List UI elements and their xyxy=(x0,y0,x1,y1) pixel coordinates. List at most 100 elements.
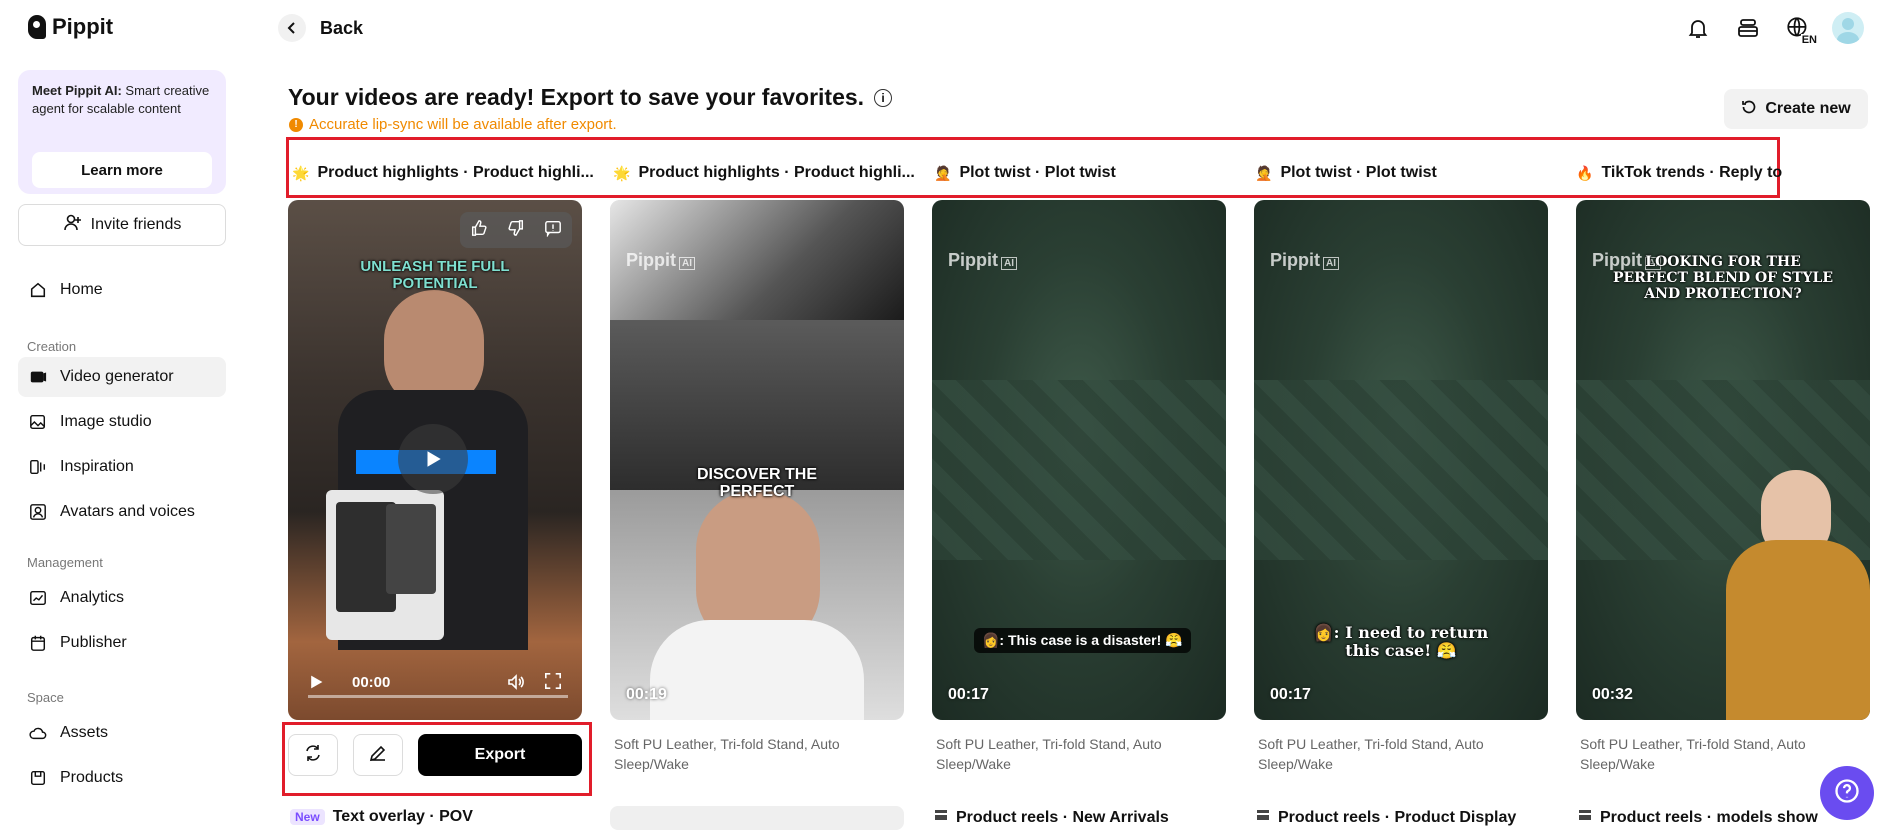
image-studio-icon xyxy=(28,412,48,432)
template-tag-label: Product highlights · Product highli... xyxy=(638,164,915,181)
template-tag[interactable]: 🤦 Plot twist · Plot twist xyxy=(1255,164,1437,182)
loading-placeholder xyxy=(610,806,904,830)
product-image xyxy=(326,490,444,640)
template-tag[interactable]: Product reels · New Arrivals xyxy=(934,808,1169,827)
regenerate-icon xyxy=(303,743,323,768)
warning-icon: ! xyxy=(289,117,303,132)
sidebar-item-publisher[interactable]: Publisher xyxy=(18,623,226,663)
template-tag[interactable]: 🔥 TikTok trends · Reply to xyxy=(1576,164,1782,182)
video-card[interactable]: Pippit AI 👩: I need to return this case! … xyxy=(1254,200,1548,720)
watermark: Pippit AI xyxy=(626,250,695,271)
sidebar-item-avatars[interactable]: Avatars and voices xyxy=(18,492,226,532)
sidebar-item-video-generator[interactable]: Video generator xyxy=(18,357,226,397)
template-tag-label: Product highlights · Product highli... xyxy=(317,164,594,181)
fullscreen-icon[interactable] xyxy=(544,672,562,695)
sidebar-item-analytics[interactable]: Analytics xyxy=(18,578,226,618)
bell-icon[interactable] xyxy=(1682,12,1714,44)
video-description: Soft PU Leather, Tri-fold Stand, Auto Sl… xyxy=(1258,736,1484,772)
top-toolbar: EN xyxy=(1682,12,1864,46)
pippit-logo-icon xyxy=(28,15,46,39)
tufted-leather-pattern xyxy=(1254,380,1548,560)
sidebar-item-label: Assets xyxy=(60,724,109,741)
video-card[interactable]: Pippit AI LOOKING FOR THE PERFECT BLEND O… xyxy=(1576,200,1870,720)
thumbs-down-icon[interactable] xyxy=(507,219,525,242)
template-tag-label: TikTok trends · Reply to xyxy=(1601,164,1783,181)
create-new-button[interactable]: Create new xyxy=(1724,89,1868,129)
help-button[interactable] xyxy=(1820,766,1874,820)
template-tag[interactable]: New Text overlay · POV xyxy=(290,808,473,826)
cloud-icon xyxy=(28,723,48,743)
blurred-device xyxy=(610,320,904,490)
sidebar-item-home[interactable]: Home xyxy=(18,270,226,310)
report-icon[interactable] xyxy=(544,219,562,242)
current-time: 00:00 xyxy=(352,674,391,691)
video-duration: 00:32 xyxy=(1592,686,1633,703)
edit-button[interactable] xyxy=(353,734,403,776)
video-card[interactable]: Pippit AI DISCOVER THE PERFECT 00:19 xyxy=(610,200,904,720)
regenerate-button[interactable] xyxy=(288,734,338,776)
user-avatar[interactable] xyxy=(1832,12,1864,44)
thumbs-up-icon[interactable] xyxy=(470,219,488,242)
play-icon[interactable] xyxy=(308,674,324,695)
question-icon xyxy=(1833,777,1861,810)
watermark: Pippit AI xyxy=(1270,250,1339,271)
new-badge: New xyxy=(290,809,325,825)
layers-icon[interactable] xyxy=(1732,12,1764,44)
lip-sync-warning: ! Accurate lip-sync will be available af… xyxy=(289,116,617,133)
video-generator-icon xyxy=(28,367,48,387)
info-icon[interactable]: i xyxy=(874,88,893,107)
video-card[interactable]: Pippit AI 👩: This case is a disaster! 😤 0… xyxy=(932,200,1226,720)
learn-more-button[interactable]: Learn more xyxy=(32,152,212,188)
volume-icon[interactable] xyxy=(506,672,526,697)
template-tag[interactable]: 🌟 Product highlights · Product highli... xyxy=(292,164,594,182)
sidebar-item-inspiration[interactable]: Inspiration xyxy=(18,447,226,487)
template-tag-emoji: 🤦 xyxy=(1255,164,1273,181)
video-description: Soft PU Leather, Tri-fold Stand, Auto Sl… xyxy=(936,736,1162,772)
sidebar-item-label: Video generator xyxy=(60,368,174,385)
back-button[interactable]: Back xyxy=(278,14,363,42)
template-tag-label: Product reels · models show xyxy=(1600,808,1818,826)
video-description: Soft PU Leather, Tri-fold Stand, Auto Sl… xyxy=(614,736,840,772)
sidebar-item-label: Inspiration xyxy=(60,458,134,475)
sidebar-item-assets[interactable]: Assets xyxy=(18,713,226,753)
template-tag[interactable]: Product reels · Product Display xyxy=(1256,808,1516,827)
feedback-bar xyxy=(460,212,572,248)
play-button[interactable] xyxy=(398,424,468,494)
video-subtitle: 👩: I need to return this case! 😤 xyxy=(1313,623,1489,660)
sidebar-item-label: Image studio xyxy=(60,413,152,430)
template-tag-label: Plot twist · Plot twist xyxy=(1280,164,1437,181)
export-button[interactable]: Export xyxy=(418,734,582,776)
avatars-icon xyxy=(28,502,48,522)
create-new-label: Create new xyxy=(1765,100,1851,117)
progress-bar[interactable] xyxy=(308,695,568,698)
presenter-vest xyxy=(1726,540,1870,720)
inspiration-icon xyxy=(28,457,48,477)
sidebar-item-label: Products xyxy=(60,769,124,786)
sidebar-item-label: Analytics xyxy=(60,589,125,606)
template-tag-label: Product reels · New Arrivals xyxy=(956,808,1169,826)
language-globe-icon[interactable]: EN xyxy=(1782,12,1818,46)
video-duration: 00:19 xyxy=(626,686,667,703)
reels-icon xyxy=(1578,808,1592,827)
template-tag[interactable]: 🤦 Plot twist · Plot twist xyxy=(934,164,1116,182)
watermark: Pippit AI xyxy=(948,250,1017,271)
player-controls: 00:00 xyxy=(288,650,582,720)
template-tag-label: Plot twist · Plot twist xyxy=(959,164,1116,181)
template-tag-emoji: 🌟 xyxy=(613,164,631,181)
video-subtitle: 👩: This case is a disaster! 😤 xyxy=(974,628,1191,653)
logo[interactable]: Pippit xyxy=(28,14,113,40)
invite-friends-button[interactable]: Invite friends xyxy=(18,204,226,246)
sidebar-item-image-studio[interactable]: Image studio xyxy=(18,402,226,442)
tufted-leather-pattern xyxy=(932,380,1226,560)
invite-friends-label: Invite friends xyxy=(90,216,182,233)
video-duration: 00:17 xyxy=(948,686,989,703)
sidebar-item-products[interactable]: Products xyxy=(18,758,226,798)
presenter-shirt xyxy=(650,620,864,720)
warning-text: Accurate lip-sync will be available afte… xyxy=(309,116,617,133)
video-card-player[interactable]: UNLEASH THE FULL POTENTIAL 00:00 xyxy=(288,200,582,720)
home-icon xyxy=(28,280,48,300)
template-tag[interactable]: Product reels · models show xyxy=(1578,808,1818,827)
template-tag[interactable]: 🌟 Product highlights · Product highli... xyxy=(613,164,915,182)
template-tag-emoji: 🌟 xyxy=(292,164,310,181)
sidebar: Pippit Meet Pippit AI: Smart creative ag… xyxy=(0,0,240,835)
